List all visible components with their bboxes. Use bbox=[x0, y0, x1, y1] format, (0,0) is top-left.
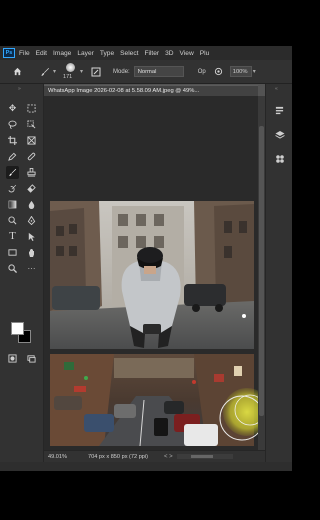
object-selection-tool-icon[interactable] bbox=[25, 118, 38, 131]
eyedropper-tool-icon[interactable] bbox=[6, 150, 19, 163]
clone-stamp-tool-icon[interactable] bbox=[25, 166, 38, 179]
menu-image[interactable]: Image bbox=[53, 50, 71, 57]
menu-file[interactable]: File bbox=[19, 50, 30, 57]
brush-tool-icon[interactable] bbox=[38, 65, 52, 79]
scrollbar-thumb[interactable] bbox=[259, 126, 264, 416]
right-panel-dock: « bbox=[265, 84, 292, 471]
menu-bar: Ps File Edit Image Layer Type Select Fil… bbox=[0, 46, 292, 60]
document-title: WhatsApp Image 2026-02-08 at 5.58.09 AM.… bbox=[48, 88, 200, 94]
document-info[interactable]: 704 px x 850 px (72 ppi) bbox=[88, 454, 148, 460]
canvas-area[interactable] bbox=[44, 96, 258, 450]
menu-3d[interactable]: 3D bbox=[165, 50, 173, 57]
status-bar: 49.01% 704 px x 850 px (72 ppi) < > bbox=[44, 450, 265, 462]
menu-plugins[interactable]: Plu bbox=[200, 50, 210, 57]
horizontal-scrollbar[interactable] bbox=[176, 454, 233, 459]
move-tool-icon[interactable]: ✥ bbox=[6, 102, 19, 115]
pressure-opacity-icon[interactable] bbox=[214, 65, 224, 79]
gradient-tool-icon[interactable] bbox=[6, 198, 19, 211]
brush-tool-icon[interactable] bbox=[6, 166, 19, 179]
blend-mode-select[interactable]: Normal bbox=[133, 66, 184, 77]
flow-value: 100% bbox=[232, 68, 248, 75]
brush-preview-icon bbox=[66, 62, 76, 72]
blend-mode-value: Normal bbox=[137, 68, 157, 75]
photoshop-window: Ps File Edit Image Layer Type Select Fil… bbox=[0, 46, 292, 471]
scroll-arrows[interactable]: < > bbox=[164, 454, 173, 460]
menu-type[interactable]: Type bbox=[100, 50, 114, 57]
bottom-strip bbox=[0, 462, 292, 471]
opacity-label: Op bbox=[197, 68, 206, 75]
toolbar-collapse-icon[interactable]: » bbox=[18, 86, 21, 92]
path-selection-tool-icon[interactable] bbox=[25, 230, 38, 243]
eraser-tool-icon[interactable] bbox=[25, 182, 38, 195]
menu-select[interactable]: Select bbox=[120, 50, 138, 57]
menu-edit[interactable]: Edit bbox=[36, 50, 47, 57]
quick-mask-icon[interactable] bbox=[6, 352, 19, 365]
dodge-tool-icon[interactable] bbox=[6, 214, 19, 227]
tools-panel: » ✥ T ··· bbox=[0, 84, 44, 471]
rectangle-tool-icon[interactable] bbox=[6, 246, 19, 259]
marquee-tool-icon[interactable] bbox=[25, 102, 38, 115]
mode-label: Mode: bbox=[113, 68, 130, 75]
adjustments-panel-icon[interactable] bbox=[273, 152, 286, 165]
screen-mode-icon[interactable] bbox=[25, 352, 38, 365]
history-brush-tool-icon[interactable] bbox=[6, 182, 19, 195]
document-image bbox=[50, 201, 258, 447]
menu-layer[interactable]: Layer bbox=[77, 50, 94, 57]
vertical-scrollbar[interactable] bbox=[258, 96, 265, 450]
home-icon[interactable] bbox=[10, 65, 24, 79]
frame-tool-icon[interactable] bbox=[25, 134, 38, 147]
brush-size-value: 171 bbox=[63, 73, 73, 80]
brush-preset-picker[interactable]: 171 bbox=[62, 62, 80, 82]
chevron-down-icon[interactable]: ▾ bbox=[253, 68, 256, 75]
pen-tool-icon[interactable] bbox=[25, 214, 38, 227]
menu-filter[interactable]: Filter bbox=[144, 50, 159, 57]
properties-panel-icon[interactable] bbox=[273, 104, 286, 117]
zoom-tool-icon[interactable] bbox=[6, 262, 19, 275]
zoom-level[interactable]: 49.01% bbox=[48, 454, 76, 460]
foreground-color-swatch[interactable] bbox=[11, 322, 24, 335]
lasso-tool-icon[interactable] bbox=[6, 118, 19, 131]
spot-healing-brush-icon[interactable] bbox=[25, 150, 38, 163]
chevron-down-icon[interactable]: ▾ bbox=[53, 68, 56, 75]
crop-tool-icon[interactable] bbox=[6, 134, 19, 147]
blur-tool-icon[interactable] bbox=[25, 198, 38, 211]
hand-tool-icon[interactable] bbox=[25, 246, 38, 259]
chevron-down-icon[interactable]: ▾ bbox=[80, 68, 83, 75]
brush-settings-icon[interactable] bbox=[89, 65, 103, 79]
flow-field[interactable]: 100% bbox=[229, 66, 252, 77]
type-tool-icon[interactable]: T bbox=[6, 230, 19, 243]
menu-view[interactable]: View bbox=[180, 50, 194, 57]
options-bar: ▾ 171 ▾ Mode: Normal Op 100% ▾ bbox=[0, 60, 292, 84]
scrollbar-thumb[interactable] bbox=[190, 455, 213, 458]
layers-panel-icon[interactable] bbox=[273, 128, 286, 141]
app-logo: Ps bbox=[3, 48, 15, 58]
panel-collapse-icon[interactable]: « bbox=[275, 86, 278, 92]
more-tools-icon[interactable]: ··· bbox=[25, 262, 38, 275]
document-tab[interactable]: WhatsApp Image 2026-02-08 at 5.58.09 AM.… bbox=[44, 85, 258, 96]
